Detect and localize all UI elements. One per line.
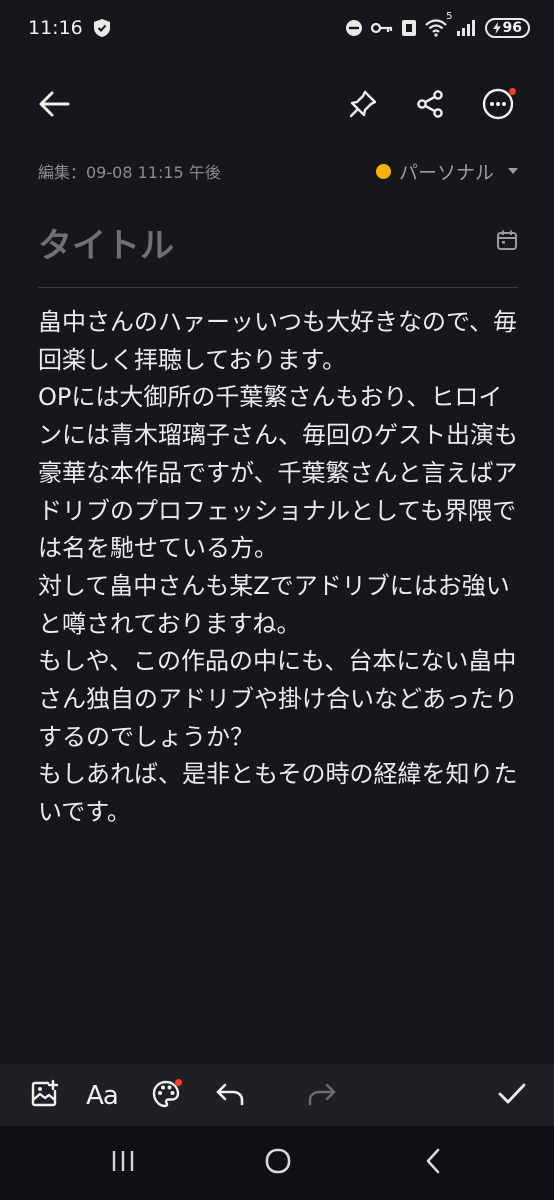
recents-icon xyxy=(110,1149,136,1177)
back-arrow-icon xyxy=(38,90,70,122)
editor-toolbar: Aa xyxy=(0,1064,554,1126)
home-icon xyxy=(264,1147,292,1179)
redo-button[interactable] xyxy=(304,1078,340,1114)
check-icon xyxy=(497,1081,527,1111)
nfc-icon xyxy=(401,19,417,37)
note-toolbar xyxy=(0,76,554,136)
save-check-button[interactable] xyxy=(494,1078,530,1114)
key-icon xyxy=(370,21,393,35)
calendar-icon[interactable] xyxy=(496,229,518,255)
title-row: タイトル xyxy=(38,212,518,272)
title-input[interactable]: タイトル xyxy=(38,218,174,267)
undo-button[interactable] xyxy=(212,1078,248,1114)
notification-dot xyxy=(175,1079,182,1086)
wifi-band-label: 5 xyxy=(446,11,453,22)
notification-dot xyxy=(509,88,516,95)
category-selector[interactable]: パーソナル xyxy=(375,158,518,185)
color-palette-button[interactable] xyxy=(148,1078,184,1114)
status-right: 5 96 xyxy=(345,11,530,38)
battery-indicator: 96 xyxy=(484,18,530,38)
share-button[interactable] xyxy=(412,88,448,124)
battery-level: 96 xyxy=(502,20,522,36)
status-left: 11:16 xyxy=(28,17,111,39)
more-options-button[interactable] xyxy=(480,88,516,124)
home-button[interactable] xyxy=(258,1146,298,1180)
note-meta: 編集：09-08 11:15 午後 パーソナル xyxy=(38,156,518,186)
text-style-button[interactable]: Aa xyxy=(84,1078,120,1114)
title-divider xyxy=(38,287,518,288)
redo-icon xyxy=(307,1081,337,1111)
text-style-label: Aa xyxy=(86,1081,119,1111)
pin-button[interactable] xyxy=(345,88,381,124)
share-icon xyxy=(415,89,445,123)
clock: 11:16 xyxy=(28,17,83,39)
undo-icon xyxy=(215,1081,245,1111)
note-body[interactable]: 畠中さんのハァーッいつも大好きなので、毎回楽しく拝聴しております。 OPには大御… xyxy=(38,304,518,832)
charging-icon xyxy=(492,22,501,34)
category-color-dot xyxy=(375,163,391,179)
dnd-icon xyxy=(345,19,363,37)
system-nav-bar xyxy=(0,1126,554,1200)
status-bar: 11:16 5 96 xyxy=(0,0,554,56)
pin-icon xyxy=(348,89,378,123)
insert-image-icon xyxy=(29,1079,59,1113)
dropdown-caret-icon xyxy=(508,168,518,174)
chevron-left-icon xyxy=(423,1147,443,1179)
recents-button[interactable] xyxy=(103,1146,143,1180)
edited-timestamp: 編集：09-08 11:15 午後 xyxy=(38,163,221,182)
signal-icon xyxy=(455,19,477,37)
category-label: パーソナル xyxy=(398,161,494,184)
back-button[interactable] xyxy=(36,88,72,124)
system-back-button[interactable] xyxy=(413,1146,453,1180)
insert-image-button[interactable] xyxy=(26,1078,62,1114)
wifi-icon: 5 xyxy=(424,11,453,37)
shield-icon xyxy=(93,18,111,38)
